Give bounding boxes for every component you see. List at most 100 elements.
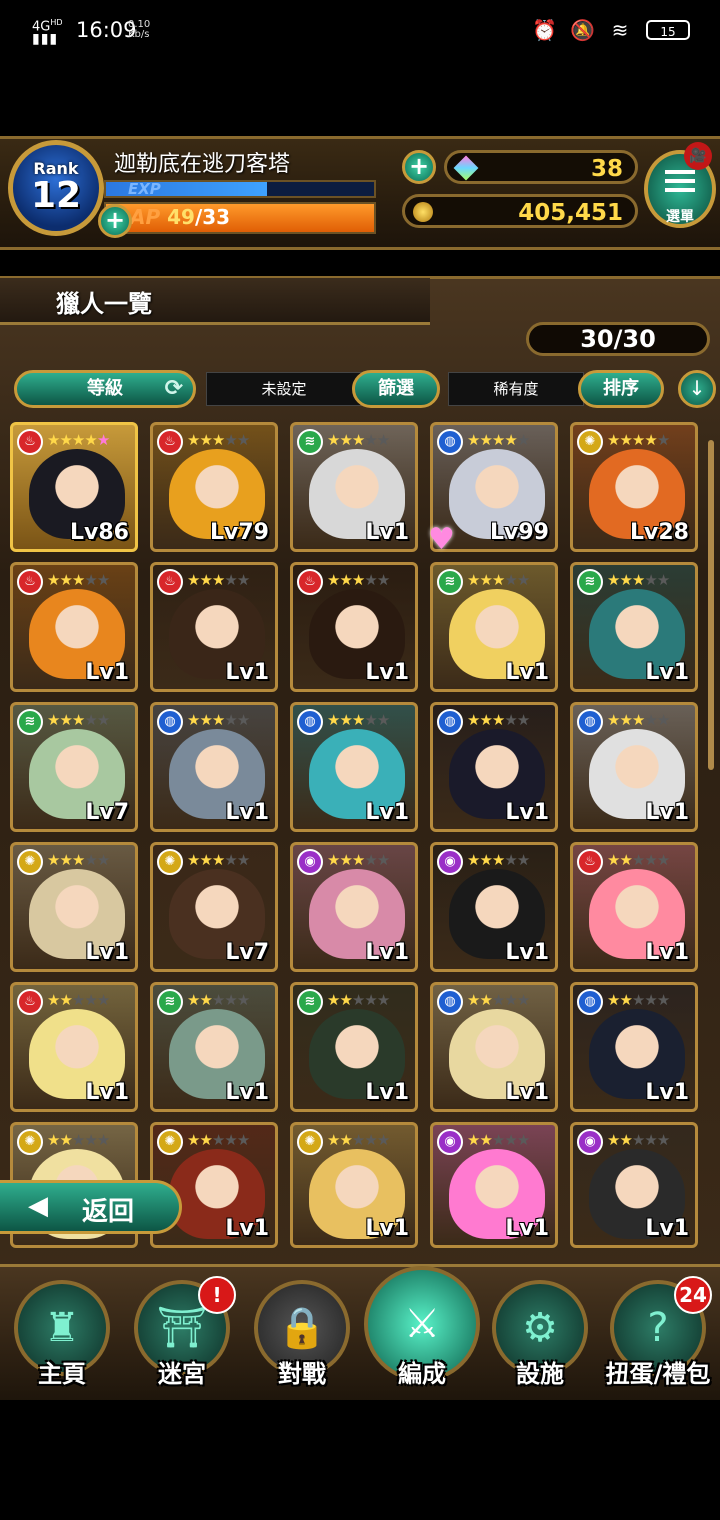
hunter-card[interactable]: ♨ ★★★★★ Lv1 <box>570 842 698 972</box>
hunter-card[interactable]: ◍ ★★★★★ Lv1 <box>290 702 418 832</box>
hunter-card[interactable]: ≋ ★★★★★ Lv7 <box>10 702 138 832</box>
hunter-card[interactable]: ♨ ★★★★★ Lv79 <box>150 422 278 552</box>
hunter-card[interactable]: ♨ ★★★★★ Lv1 <box>10 562 138 692</box>
hunter-card[interactable]: ◉ ★★★★★ Lv1 <box>430 1122 558 1248</box>
nav-label: 扭蛋/禮包 <box>605 1360 711 1388</box>
video-camera-icon[interactable]: 🎥 <box>684 142 712 170</box>
star-icon: ★ <box>59 711 72 729</box>
sort-button[interactable]: 排序 <box>578 370 664 408</box>
star-icon: ★ <box>236 431 250 449</box>
hunter-level: Lv1 <box>225 660 269 685</box>
water-element-icon: ◍ <box>437 429 463 455</box>
wind-element-icon: ≋ <box>437 569 463 595</box>
sort-level-button[interactable]: 等級 ⟳ <box>14 370 196 408</box>
add-gems-button[interactable]: + <box>402 150 436 184</box>
hunter-level: Lv1 <box>365 1216 409 1241</box>
fire-element-icon: ♨ <box>297 569 323 595</box>
nav-item-4[interactable]: ⚙ 設施 <box>486 1272 594 1388</box>
hunter-card[interactable]: ◉ ★★★★★ Lv1 <box>570 1122 698 1248</box>
fire-element-icon: ♨ <box>157 429 183 455</box>
star-icon: ★ <box>479 851 492 869</box>
filter-button[interactable]: 篩選 <box>352 370 440 408</box>
sort-direction-button[interactable]: ↓ <box>678 370 716 408</box>
hunter-card[interactable]: ◍ ★★★★★ Lv1 <box>570 702 698 832</box>
star-icon: ★ <box>211 711 225 729</box>
star-icon: ★ <box>376 991 390 1009</box>
star-icon: ★ <box>339 571 352 589</box>
hunter-card[interactable]: ✺ ★★★★★ Lv1 <box>10 842 138 972</box>
star-icon: ★ <box>644 571 657 589</box>
hunter-card[interactable]: ◍ ★★★★★ Lv1 <box>430 702 558 832</box>
star-icon: ★ <box>631 571 645 589</box>
hunter-card[interactable]: ◍ ★★★★★ Lv1 <box>570 982 698 1112</box>
favorite-heart-icon: ♥ <box>428 522 455 557</box>
light-element-icon: ✺ <box>157 1129 183 1155</box>
hunter-card[interactable]: ≋ ★★★★★ Lv1 <box>430 562 558 692</box>
star-icon: ★ <box>47 431 60 449</box>
fire-element-icon: ♨ <box>157 569 183 595</box>
hunter-card[interactable]: ♨ ★★★★★ Lv1 <box>290 562 418 692</box>
hunter-card[interactable]: ♨ ★★★★★ Lv1 <box>150 562 278 692</box>
star-icon: ★ <box>96 431 110 449</box>
hunter-card[interactable]: ◉ ★★★★★ Lv1 <box>290 842 418 972</box>
hunter-card[interactable]: ≋ ★★★★★ Lv1 <box>290 982 418 1112</box>
hunter-card[interactable]: ≋ ★★★★★ Lv1 <box>570 562 698 692</box>
hunter-card[interactable]: ✺ ★★★★★ Lv28 <box>570 422 698 552</box>
hunter-card[interactable]: ✺ ★★★★★ Lv1 <box>290 1122 418 1248</box>
scrollbar[interactable] <box>708 440 714 770</box>
star-icon: ★ <box>467 991 480 1009</box>
back-arrow-icon: ◀ <box>28 1191 48 1221</box>
sort-value: 稀有度 <box>448 372 584 406</box>
star-icon: ★ <box>467 571 480 589</box>
star-icon: ★ <box>491 431 505 449</box>
crystal-icon <box>453 155 479 181</box>
nav-item-2[interactable]: 🔒 對戰 <box>248 1272 356 1388</box>
hamburger-icon <box>665 170 695 174</box>
star-icon: ★ <box>516 851 530 869</box>
hunter-level: Lv28 <box>630 520 689 545</box>
rarity-stars: ★★★★★ <box>607 431 670 449</box>
star-icon: ★ <box>327 431 340 449</box>
nav-item-0[interactable]: ♜ 主頁 <box>8 1272 116 1388</box>
nav-item-5[interactable]: ? 扭蛋/禮包 24 <box>604 1272 712 1388</box>
hunter-card[interactable]: ✺ ★★★★★ Lv7 <box>150 842 278 972</box>
hunter-card[interactable]: ♨ ★★★★★ Lv86 <box>10 422 138 552</box>
star-icon: ★ <box>619 571 632 589</box>
star-icon: ★ <box>96 1131 110 1149</box>
hunter-card[interactable]: ◍ ★★★★★ Lv1 <box>430 982 558 1112</box>
add-ap-button[interactable]: + <box>98 204 132 238</box>
star-icon: ★ <box>516 1131 530 1149</box>
hunter-card[interactable]: ≋ ★★★★★ Lv1 <box>290 422 418 552</box>
star-icon: ★ <box>351 1131 365 1149</box>
star-icon: ★ <box>96 571 110 589</box>
status-bar: 4GHD ▮▮▮ 16:09 0.10 Kb/s ⏰ 🔕 ≋ 15 <box>0 0 720 70</box>
nav-item-1[interactable]: ⛩ 迷宮! <box>128 1272 236 1388</box>
hunter-card[interactable]: ♨ ★★★★★ Lv1 <box>10 982 138 1112</box>
star-icon: ★ <box>84 851 97 869</box>
star-icon: ★ <box>631 991 645 1009</box>
hunter-card[interactable]: ≋ ★★★★★ Lv1 <box>150 982 278 1112</box>
gem-counter: 38 <box>444 150 638 184</box>
star-icon: ★ <box>631 431 645 449</box>
wind-element-icon: ≋ <box>577 569 603 595</box>
light-element-icon: ✺ <box>297 1129 323 1155</box>
star-icon: ★ <box>644 711 657 729</box>
hunter-card[interactable]: ◍ ★★★★★ Lv1 <box>150 702 278 832</box>
star-icon: ★ <box>199 571 212 589</box>
rarity-stars: ★★★★★ <box>327 991 390 1009</box>
nav-label: 迷宮 <box>158 1360 206 1388</box>
nav-label: 設施 <box>516 1360 564 1388</box>
rank-badge[interactable]: Rank 12 <box>8 140 104 236</box>
star-icon: ★ <box>619 991 632 1009</box>
star-icon: ★ <box>467 711 480 729</box>
hunter-card[interactable]: ◉ ★★★★★ Lv1 <box>430 842 558 972</box>
ap-readout: AP 49/33 <box>130 205 230 229</box>
nav-item-3[interactable]: ⚔ 編成 <box>364 1266 480 1388</box>
star-icon: ★ <box>607 851 620 869</box>
rarity-stars: ★★★★★ <box>467 571 530 589</box>
star-icon: ★ <box>376 711 390 729</box>
back-button[interactable]: ◀ 返回 <box>0 1180 182 1234</box>
star-icon: ★ <box>59 431 72 449</box>
rarity-stars: ★★★★★ <box>187 991 250 1009</box>
star-icon: ★ <box>644 1131 657 1149</box>
